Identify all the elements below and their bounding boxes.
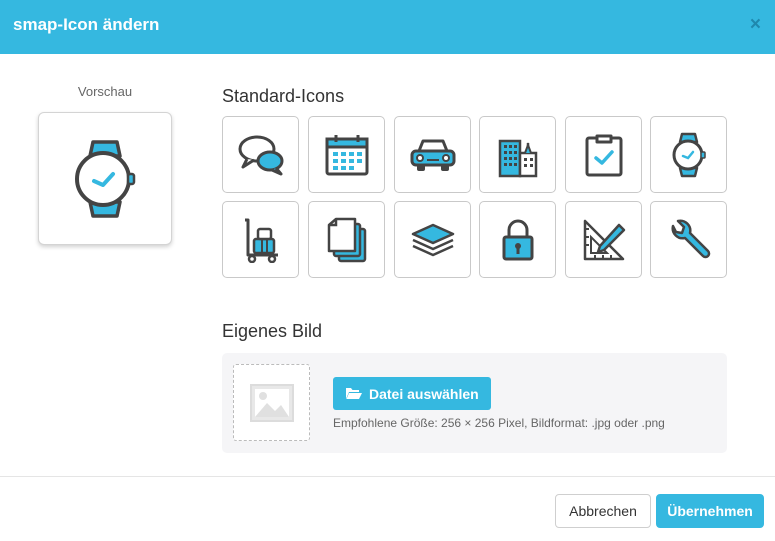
wrench-icon xyxy=(671,219,710,258)
documents-stack-icon xyxy=(327,217,366,262)
upload-panel: Datei auswählen Empfohlene Größe: 256 × … xyxy=(222,353,727,453)
icon-option-buildings[interactable] xyxy=(479,116,556,193)
close-icon[interactable]: × xyxy=(750,15,761,35)
clipboard-check-icon xyxy=(585,134,622,176)
apply-button[interactable]: Übernehmen xyxy=(656,494,764,528)
car-icon xyxy=(410,139,455,171)
dialog-title: smap-Icon ändern xyxy=(13,15,160,34)
icon-option-calendar[interactable] xyxy=(308,116,385,193)
preview-label: Vorschau xyxy=(77,84,133,99)
icon-option-watch[interactable] xyxy=(650,116,727,193)
standard-icons-grid xyxy=(222,116,728,279)
own-image-title: Eigenes Bild xyxy=(222,321,323,341)
folder-open-icon xyxy=(346,388,362,399)
footer-divider xyxy=(0,476,775,477)
icon-option-luggage[interactable] xyxy=(222,201,299,278)
image-placeholder-icon xyxy=(249,383,294,422)
icon-option-clipboard[interactable] xyxy=(565,116,642,193)
image-dropzone[interactable] xyxy=(233,364,310,441)
icon-option-car[interactable] xyxy=(394,116,471,193)
icon-option-wrench[interactable] xyxy=(650,201,727,278)
choose-file-label: Datei auswählen xyxy=(369,385,479,402)
chat-bubbles-icon xyxy=(238,135,283,175)
standard-icons-title: Standard-Icons xyxy=(222,86,345,106)
calendar-icon xyxy=(325,134,368,175)
buildings-icon xyxy=(498,139,537,177)
size-hint: Empfohlene Größe: 256 × 256 Pixel, Bildf… xyxy=(333,416,665,430)
luggage-trolley-icon xyxy=(244,218,278,263)
icon-option-chat[interactable] xyxy=(222,116,299,193)
watch-icon xyxy=(672,132,706,177)
ruler-pencil-icon xyxy=(583,219,625,260)
layers-icon xyxy=(411,223,454,256)
dialog-header: smap-Icon ändern × xyxy=(0,0,775,54)
icon-option-documents[interactable] xyxy=(308,201,385,278)
icon-option-ruler-pencil[interactable] xyxy=(565,201,642,278)
cancel-button[interactable]: Abbrechen xyxy=(555,494,651,528)
icon-option-layers[interactable] xyxy=(394,201,471,278)
icon-option-padlock[interactable] xyxy=(479,201,556,278)
choose-file-button[interactable]: Datei auswählen xyxy=(333,377,491,410)
padlock-icon xyxy=(502,219,533,260)
preview-box xyxy=(38,112,172,245)
watch-icon xyxy=(75,139,136,218)
